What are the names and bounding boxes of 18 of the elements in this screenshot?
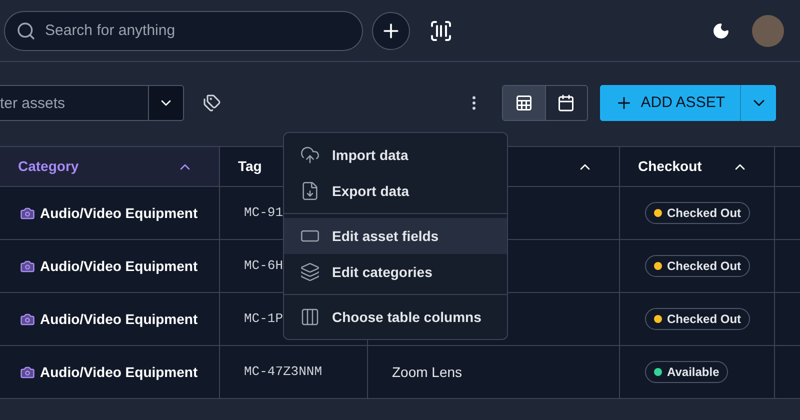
column-header[interactable]: Checkout <box>620 147 775 186</box>
table-cell-text: Audio/Video Equipment <box>40 310 198 329</box>
status-badge: Checked Out <box>645 202 750 224</box>
table-cell-text: MC-6H <box>244 257 284 276</box>
table-cell-text: Audio/Video Equipment <box>40 362 198 382</box>
status-badge: Checked Out <box>645 255 750 277</box>
status-badge: Available <box>645 361 728 383</box>
table-cell-text: Audio/Video Equipment <box>40 204 198 223</box>
table-cell-text: MC-47Z3NNM <box>244 363 322 382</box>
menu-item[interactable]: Edit asset fields <box>284 218 507 254</box>
table-cell-text: Zoom Lens <box>392 362 462 382</box>
status-badge: Checked Out <box>645 308 750 330</box>
search-field[interactable]: Search for anything <box>4 10 363 50</box>
table-cell-text: MC-91 <box>244 204 284 222</box>
filter-field[interactable]: ter assets <box>0 85 149 121</box>
column-header[interactable]: Category <box>0 147 220 186</box>
table-cell-text: Audio/Video Equipment <box>40 256 198 276</box>
table-cell-text: MC-1P <box>244 310 284 328</box>
